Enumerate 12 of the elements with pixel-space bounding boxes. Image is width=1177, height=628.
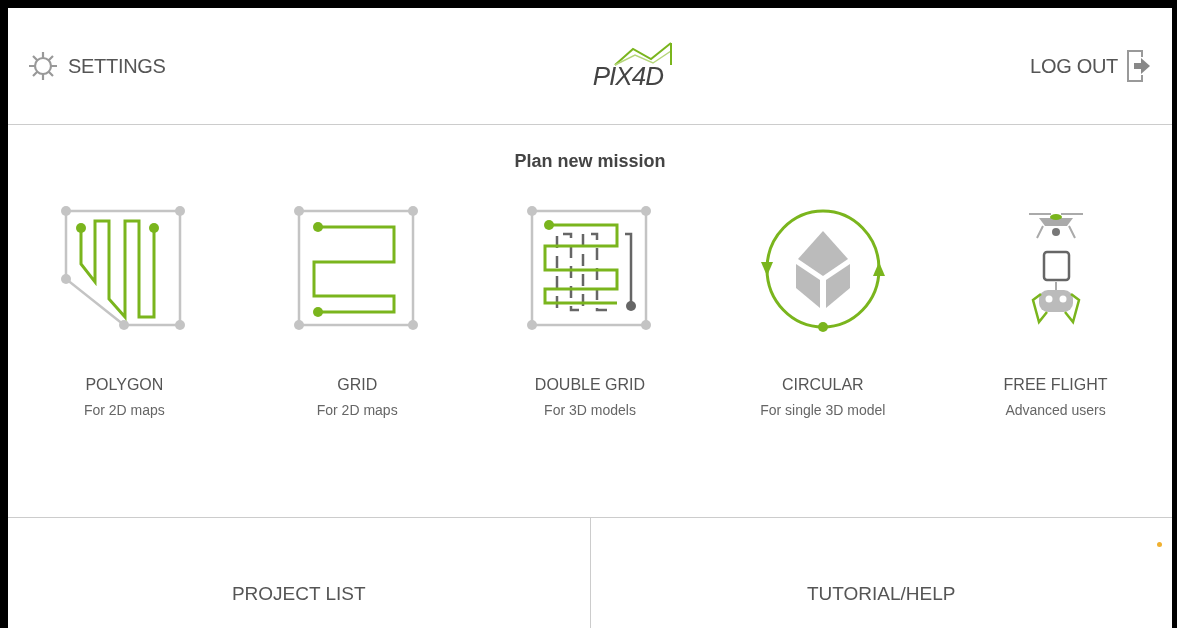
notification-dot-icon <box>1157 542 1162 547</box>
mission-option[interactable]: POLYGON For 2D maps <box>24 204 225 418</box>
mission-option[interactable]: FREE FLIGHT Advanced users <box>955 204 1156 418</box>
mission-option[interactable]: CIRCULAR For single 3D model <box>722 204 923 418</box>
settings-button[interactable]: SETTINGS <box>22 45 170 87</box>
logout-button[interactable]: LOG OUT <box>1026 45 1156 87</box>
logout-icon <box>1126 49 1152 83</box>
settings-icon <box>26 49 60 83</box>
logo: PIX4D <box>582 40 673 92</box>
mission-option[interactable]: GRID For 2D maps <box>257 204 458 418</box>
panel-title: Plan new mission <box>514 151 666 172</box>
mission-option[interactable]: DOUBLE GRID For 3D models <box>490 204 690 418</box>
